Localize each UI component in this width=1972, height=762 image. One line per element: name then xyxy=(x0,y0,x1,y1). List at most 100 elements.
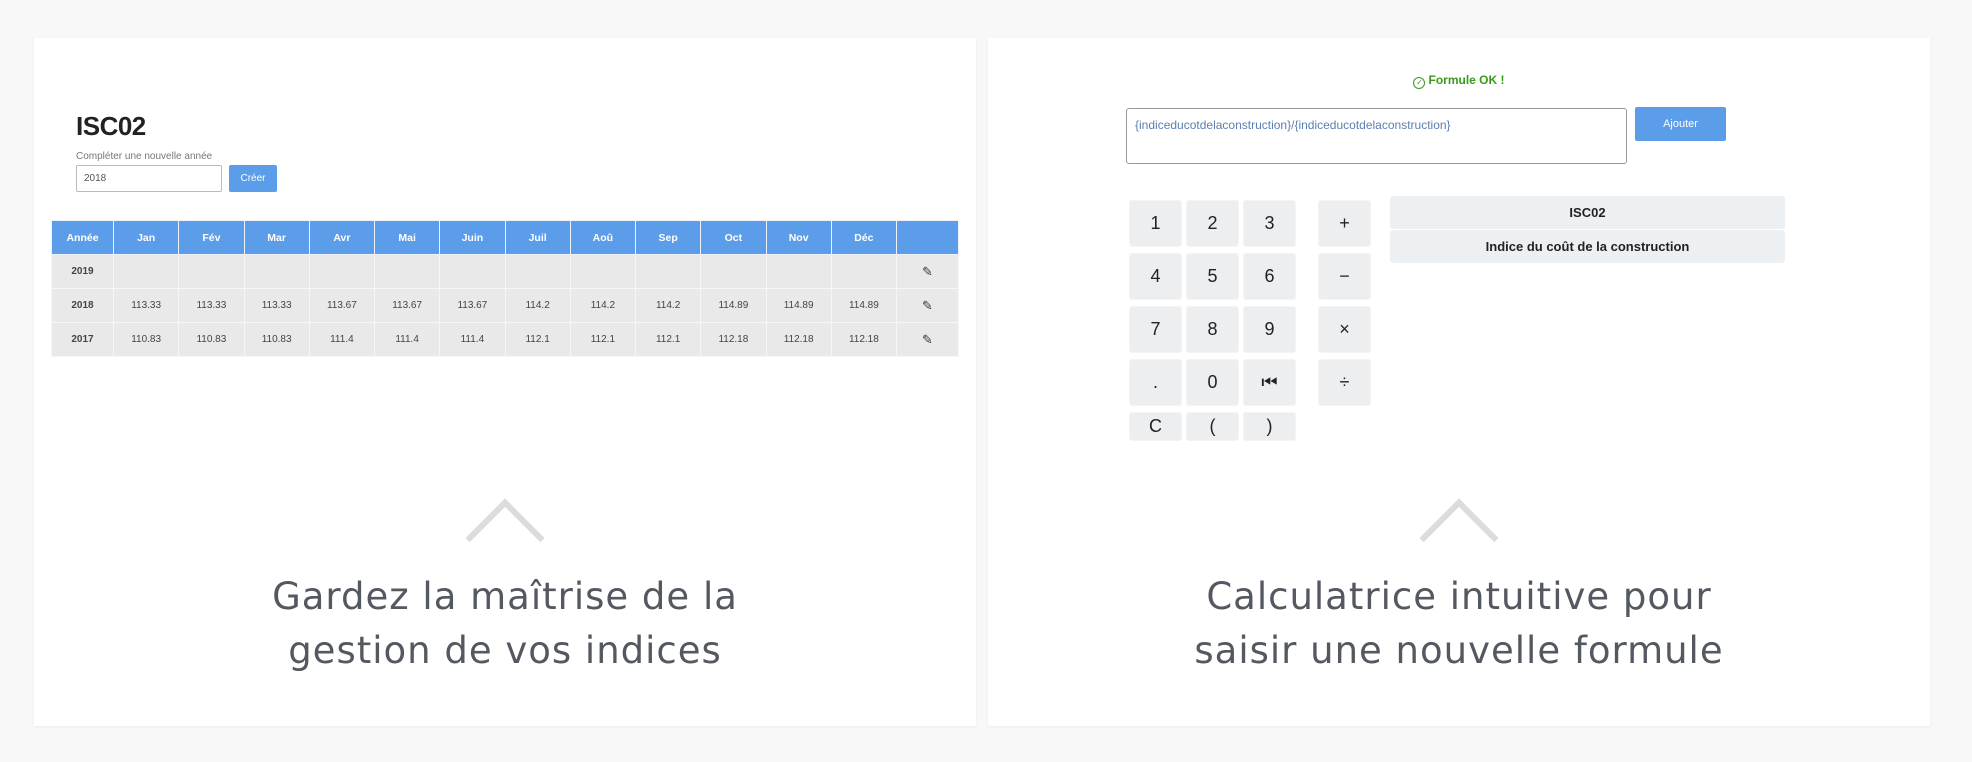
edit-row-button[interactable]: ✎ xyxy=(896,254,959,289)
index-value-cell xyxy=(569,254,637,289)
header-apr: Avr xyxy=(308,220,376,255)
add-formula-button[interactable]: Ajouter xyxy=(1635,107,1726,141)
key-minus[interactable]: − xyxy=(1318,253,1371,300)
calculator-caption: Calculatrice intuitive pour saisir une n… xyxy=(988,570,1930,678)
caption-line: Gardez la maîtrise de la xyxy=(272,575,738,618)
key-multiply[interactable]: × xyxy=(1318,306,1371,353)
indices-caption: Gardez la maîtrise de la gestion de vos … xyxy=(34,570,976,678)
edit-row-button[interactable]: ✎ xyxy=(896,288,959,323)
index-value-cell xyxy=(830,254,898,289)
header-feb: Fév xyxy=(178,220,245,255)
formula-status-text: Formule OK ! xyxy=(1428,73,1505,87)
index-value-cell: 112.18 xyxy=(700,322,767,357)
index-value-cell: 114.89 xyxy=(765,288,832,323)
key-1[interactable]: 1 xyxy=(1129,200,1182,247)
index-value-cell: 110.83 xyxy=(112,322,180,357)
index-value-cell: 111.4 xyxy=(439,322,506,357)
new-year-label: Compléter une nouvelle année xyxy=(76,151,213,162)
pencil-icon: ✎ xyxy=(922,263,933,279)
index-value-cell: 113.33 xyxy=(178,288,245,323)
key-dot[interactable]: . xyxy=(1129,359,1182,406)
index-value-cell: 114.89 xyxy=(700,288,767,323)
create-year-button[interactable]: Créer xyxy=(229,165,277,192)
index-title: ISC02 xyxy=(76,111,146,141)
indices-table: Année Jan Fév Mar Avr Mai Juin Juil Aoû … xyxy=(51,220,959,357)
header-dec: Déc xyxy=(830,220,898,255)
key-open-paren[interactable]: ( xyxy=(1186,412,1239,441)
row-year: 2017 xyxy=(51,322,114,357)
index-value-cell: 114.89 xyxy=(830,288,898,323)
new-year-input[interactable] xyxy=(76,165,222,192)
key-backspace[interactable]: ⏮ xyxy=(1243,359,1296,406)
indices-panel: ISC02 Compléter une nouvelle année Créer… xyxy=(34,38,976,726)
calculator-panel: ✓ Formule OK ! {indiceducotdelaconstructi… xyxy=(988,38,1930,726)
key-6[interactable]: 6 xyxy=(1243,253,1296,300)
key-7[interactable]: 7 xyxy=(1129,306,1182,353)
table-row: 2018 113.33 113.33 113.33 113.67 113.67 113.67… xyxy=(51,288,959,323)
key-4[interactable]: 4 xyxy=(1129,253,1182,300)
index-value-cell xyxy=(439,254,506,289)
index-code-card[interactable]: ISC02 xyxy=(1390,196,1785,229)
index-value-cell: 112.1 xyxy=(634,322,702,357)
header-jul: Juil xyxy=(504,220,571,255)
index-value-cell: 114.2 xyxy=(504,288,571,323)
chevron-up-icon xyxy=(1419,498,1499,578)
key-close-paren[interactable]: ) xyxy=(1243,412,1296,441)
table-row: 2017 110.83 110.83 110.83 111.4 111.4 111.4 112… xyxy=(51,322,959,357)
chevron-up-icon xyxy=(465,498,545,578)
index-value-cell: 110.83 xyxy=(178,322,245,357)
header-mar: Mar xyxy=(243,220,310,255)
index-value-cell: 110.83 xyxy=(243,322,310,357)
formula-input[interactable]: {indiceducotdelaconstruction}/{indiceduc… xyxy=(1126,108,1627,164)
header-jun: Juin xyxy=(439,220,506,255)
check-circle-icon: ✓ xyxy=(1413,77,1426,89)
edit-row-button[interactable]: ✎ xyxy=(896,322,959,357)
index-value-cell: 111.4 xyxy=(308,322,376,357)
formula-status: ✓ Formule OK ! xyxy=(988,73,1930,89)
header-nov: Nov xyxy=(765,220,832,255)
caption-line: Calculatrice intuitive pour xyxy=(1206,575,1712,618)
index-value-cell: 112.18 xyxy=(765,322,832,357)
row-year: 2018 xyxy=(51,288,114,323)
index-value-cell: 111.4 xyxy=(373,322,441,357)
pencil-icon: ✎ xyxy=(922,331,933,347)
index-value-cell: 112.18 xyxy=(830,322,898,357)
index-value-cell: 114.2 xyxy=(634,288,702,323)
index-value-cell xyxy=(765,254,832,289)
header-jan: Jan xyxy=(112,220,180,255)
caption-line: gestion de vos indices xyxy=(288,629,722,672)
index-value-cell xyxy=(700,254,767,289)
key-2[interactable]: 2 xyxy=(1186,200,1239,247)
key-3[interactable]: 3 xyxy=(1243,200,1296,247)
index-value-cell: 112.1 xyxy=(569,322,637,357)
header-sep: Sep xyxy=(634,220,702,255)
index-value-cell: 113.33 xyxy=(243,288,310,323)
table-row: 2019 ✎ xyxy=(51,254,959,289)
pencil-icon: ✎ xyxy=(922,297,933,313)
index-name-card[interactable]: Indice du coût de la construction xyxy=(1390,230,1785,263)
header-actions xyxy=(896,220,959,255)
index-value-cell: 112.1 xyxy=(504,322,571,357)
index-value-cell xyxy=(243,254,310,289)
key-clear[interactable]: C xyxy=(1129,412,1182,441)
index-value-cell: 113.67 xyxy=(308,288,376,323)
header-aug: Aoû xyxy=(569,220,637,255)
index-value-cell: 113.67 xyxy=(373,288,441,323)
key-8[interactable]: 8 xyxy=(1186,306,1239,353)
index-value-cell: 113.33 xyxy=(112,288,180,323)
caption-line: saisir une nouvelle formule xyxy=(1194,629,1724,672)
table-header-row: Année Jan Fév Mar Avr Mai Juin Juil Aoû … xyxy=(51,220,959,255)
row-year: 2019 xyxy=(51,254,114,289)
key-9[interactable]: 9 xyxy=(1243,306,1296,353)
key-plus[interactable]: + xyxy=(1318,200,1371,247)
index-value-cell xyxy=(178,254,245,289)
index-value-cell xyxy=(308,254,376,289)
index-value-cell: 113.67 xyxy=(439,288,506,323)
key-divide[interactable]: ÷ xyxy=(1318,359,1371,406)
index-value-cell xyxy=(373,254,441,289)
key-5[interactable]: 5 xyxy=(1186,253,1239,300)
index-value-cell xyxy=(504,254,571,289)
index-value-cell xyxy=(112,254,180,289)
key-0[interactable]: 0 xyxy=(1186,359,1239,406)
header-may: Mai xyxy=(373,220,441,255)
